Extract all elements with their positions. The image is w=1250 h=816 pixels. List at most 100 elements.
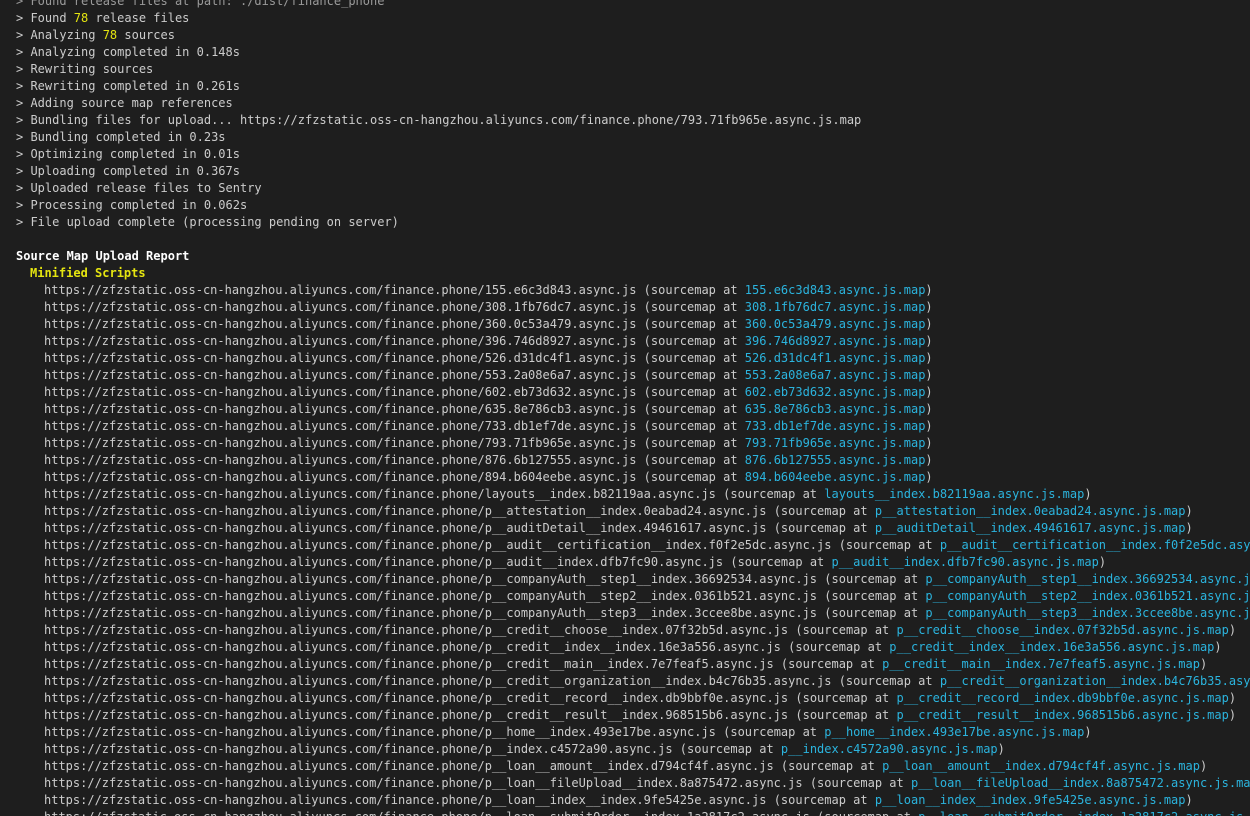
sourcemap-link[interactable]: 155.e6c3d843.async.js.map [745,283,926,297]
sourcemap-link[interactable]: 526.d31dc4f1.async.js.map [745,351,926,365]
sourcemap-link[interactable]: p__credit__organization__index.b4c76b35.… [940,674,1250,688]
log-text: > Adding source map references [16,96,233,110]
sourcemap-suffix: ) [1084,725,1092,739]
sourcemap-link[interactable]: 793.71fb965e.async.js.map [745,436,926,450]
log-line: > Analyzing 78 sources [16,27,1250,44]
script-url: https://zfzstatic.oss-cn-hangzhou.aliyun… [44,657,774,671]
sourcemap-link[interactable]: p__audit__certification__index.f0f2e5dc.… [940,538,1250,552]
sourcemap-link[interactable]: layouts__index.b82119aa.async.js.map [824,487,1084,501]
sourcemap-link[interactable]: p__companyAuth__step2__index.0361b521.as… [925,589,1250,603]
log-text: > Found [16,11,74,25]
script-url: https://zfzstatic.oss-cn-hangzhou.aliyun… [44,691,789,705]
sourcemap-link[interactable]: 396.746d8927.async.js.map [745,334,926,348]
report-entry: https://zfzstatic.oss-cn-hangzhou.aliyun… [16,809,1250,816]
sourcemap-link[interactable]: p__credit__index__index.16e3a556.async.j… [889,640,1214,654]
sourcemap-link[interactable]: p__companyAuth__step1__index.36692534.as… [925,572,1250,586]
sourcemap-prefix: (sourcemap at [636,283,745,297]
sourcemap-link[interactable]: p__loan__amount__index.d794cf4f.async.js… [882,759,1200,773]
sourcemap-prefix: (sourcemap at [773,657,883,671]
sourcemap-prefix: (sourcemap at [788,708,897,722]
sourcemap-prefix: (sourcemap at [773,759,883,773]
sourcemap-link[interactable]: 553.2a08e6a7.async.js.map [745,368,926,382]
terminal-panel[interactable]: > Found release files at path: ./dist/fi… [0,0,1250,816]
sourcemap-link[interactable]: 894.b604eebe.async.js.map [745,470,926,484]
sourcemap-link[interactable]: p__credit__record__index.db9bbf0e.async.… [897,691,1229,705]
script-url: https://zfzstatic.oss-cn-hangzhou.aliyun… [44,351,637,365]
sourcemap-link[interactable]: p__companyAuth__step3__index.3ccee8be.as… [925,606,1250,620]
script-url: https://zfzstatic.oss-cn-hangzhou.aliyun… [44,538,832,552]
sourcemap-prefix: (sourcemap at [636,351,745,365]
sourcemap-suffix: ) [1214,640,1222,654]
log-text-suffix: release files [88,11,190,25]
sourcemap-suffix: ) [925,419,933,433]
sourcemap-prefix: (sourcemap at [715,487,825,501]
log-line: > Bundling files for upload... https://z… [16,112,1250,129]
sourcemap-suffix: ) [1228,623,1237,637]
sourcemap-suffix: ) [1199,759,1208,773]
report-entry: https://zfzstatic.oss-cn-hangzhou.aliyun… [16,418,1250,435]
report-entry: https://zfzstatic.oss-cn-hangzhou.aliyun… [16,792,1250,809]
sourcemap-link[interactable]: 635.8e786cb3.async.js.map [745,402,926,416]
report-entry: https://zfzstatic.oss-cn-hangzhou.aliyun… [16,656,1250,673]
sourcemap-prefix: (sourcemap at [636,300,745,314]
sourcemap-link[interactable]: 733.db1ef7de.async.js.map [745,419,926,433]
sourcemap-link[interactable]: 876.6b127555.async.js.map [745,453,926,467]
log-line: > Processing completed in 0.062s [16,197,1250,214]
sourcemap-link[interactable]: p__credit__main__index.7e7feaf5.async.js… [882,657,1200,671]
sourcemap-link[interactable]: p__loan__fileUpload__index.8a875472.asyn… [911,776,1250,790]
log-line: > Uploaded release files to Sentry [16,180,1250,197]
sourcemap-suffix: ) [925,470,933,484]
sourcemap-prefix: (sourcemap at [831,538,940,552]
sourcemap-suffix: ) [997,742,1005,756]
sourcemap-prefix: (sourcemap at [672,742,781,756]
log-text: > Uploaded release files to Sentry [16,181,262,195]
log-line: > Rewriting sources [16,61,1250,78]
log-line: > Found 78 release files [16,10,1250,27]
script-url: https://zfzstatic.oss-cn-hangzhou.aliyun… [44,419,637,433]
sourcemap-link[interactable]: p__audit__index.dfb7fc90.async.js.map [832,555,1099,569]
sourcemap-prefix: (sourcemap at [802,776,911,790]
sourcemap-link[interactable]: p__auditDetail__index.49461617.async.js.… [875,521,1186,535]
report-entry: https://zfzstatic.oss-cn-hangzhou.aliyun… [16,588,1250,605]
sourcemap-link[interactable]: 308.1fb76dc7.async.js.map [745,300,926,314]
sourcemap-prefix: (sourcemap at [636,368,745,382]
sourcemap-link[interactable]: 602.eb73d632.async.js.map [745,385,926,399]
report-entry: https://zfzstatic.oss-cn-hangzhou.aliyun… [16,333,1250,350]
sourcemap-suffix: ) [1228,708,1237,722]
script-url: https://zfzstatic.oss-cn-hangzhou.aliyun… [44,555,724,569]
report-entry: https://zfzstatic.oss-cn-hangzhou.aliyun… [16,605,1250,622]
sourcemap-prefix: (sourcemap at [636,402,745,416]
sourcemap-link[interactable]: p__home__index.493e17be.async.js.map [824,725,1084,739]
report-entry: https://zfzstatic.oss-cn-hangzhou.aliyun… [16,537,1250,554]
report-entry: https://zfzstatic.oss-cn-hangzhou.aliyun… [16,571,1250,588]
sourcemap-link[interactable]: p__attestation__index.0eabad24.async.js.… [875,504,1186,518]
sourcemap-prefix: (sourcemap at [636,317,745,331]
report-entry: https://zfzstatic.oss-cn-hangzhou.aliyun… [16,741,1250,758]
sourcemap-prefix: (sourcemap at [636,470,745,484]
sourcemap-link[interactable]: p__loan__submitOrder__index.1a2817c2.asy… [918,810,1250,816]
report-entry: https://zfzstatic.oss-cn-hangzhou.aliyun… [16,435,1250,452]
sourcemap-suffix: ) [1228,691,1237,705]
sourcemap-link[interactable]: p__credit__result__index.968515b6.async.… [897,708,1229,722]
sourcemap-suffix: ) [925,283,933,297]
report-entry: https://zfzstatic.oss-cn-hangzhou.aliyun… [16,520,1250,537]
sourcemap-prefix: (sourcemap at [780,640,890,654]
script-url: https://zfzstatic.oss-cn-hangzhou.aliyun… [44,759,774,773]
sourcemap-prefix: (sourcemap at [788,691,897,705]
sourcemap-link[interactable]: 360.0c53a479.async.js.map [745,317,926,331]
report-entry: https://zfzstatic.oss-cn-hangzhou.aliyun… [16,690,1250,707]
sourcemap-suffix: ) [925,300,933,314]
sourcemap-suffix: ) [1185,521,1193,535]
log-text: > Rewriting completed in 0.261s [16,79,240,93]
script-url: https://zfzstatic.oss-cn-hangzhou.aliyun… [44,504,767,518]
sourcemap-link[interactable]: p__credit__choose__index.07f32b5d.async.… [897,623,1229,637]
log-text: > Rewriting sources [16,62,154,76]
report-entry: https://zfzstatic.oss-cn-hangzhou.aliyun… [16,707,1250,724]
sourcemap-link[interactable]: p__index.c4572a90.async.js.map [781,742,998,756]
sourcemap-link[interactable]: p__loan__index__index.9fe5425e.async.js.… [875,793,1186,807]
report-entry: https://zfzstatic.oss-cn-hangzhou.aliyun… [16,673,1250,690]
sourcemap-suffix: ) [925,351,933,365]
sourcemap-prefix: (sourcemap at [766,793,875,807]
log-text: > Analyzing completed in 0.148s [16,45,240,59]
log-line: > Uploading completed in 0.367s [16,163,1250,180]
